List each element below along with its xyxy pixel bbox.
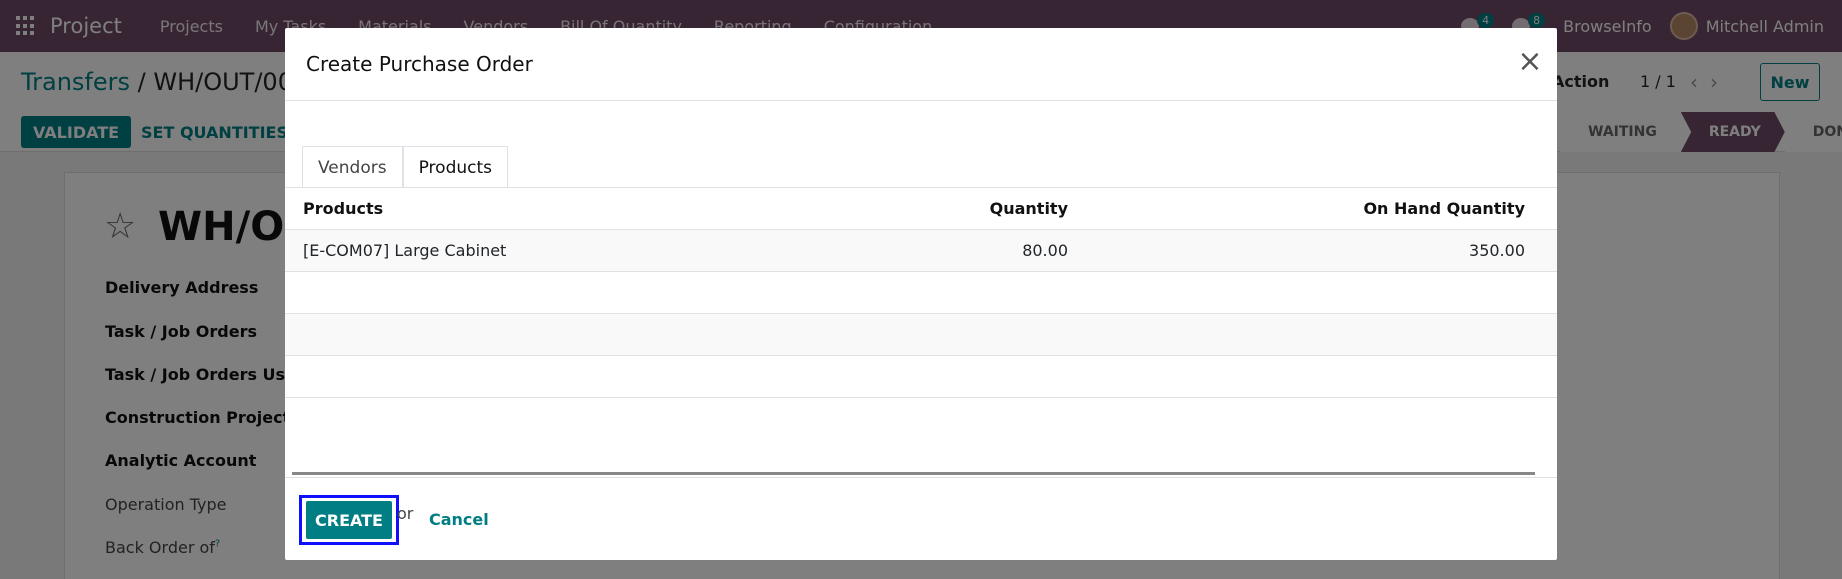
create-purchase-order-dialog: Create Purchase Order × Vendors Products… <box>285 28 1557 560</box>
cell-on-hand: 350.00 <box>1469 241 1525 260</box>
tab-products[interactable]: Products <box>402 146 508 188</box>
column-header-quantity[interactable]: Quantity <box>785 199 1068 218</box>
modal-header: Create Purchase Order × <box>285 28 1557 101</box>
modal-title: Create Purchase Order <box>306 52 533 76</box>
modal-tabs: Vendors Products <box>302 146 508 188</box>
table-row[interactable]: [E-COM07] Large Cabinet 80.00 350.00 <box>285 230 1557 272</box>
empty-row <box>285 272 1557 314</box>
tab-vendors[interactable]: Vendors <box>302 146 403 188</box>
create-button-highlight: CREATE <box>299 495 399 545</box>
footer-divider <box>285 477 1557 478</box>
products-table: Products Quantity On Hand Quantity [E-CO… <box>285 188 1557 398</box>
close-icon[interactable]: × <box>1515 47 1545 78</box>
column-header-on-hand-quantity[interactable]: On Hand Quantity <box>1068 199 1525 218</box>
table-header-row: Products Quantity On Hand Quantity <box>285 188 1557 230</box>
cell-quantity: 80.00 <box>1022 241 1068 260</box>
create-button[interactable]: CREATE <box>306 501 392 539</box>
horizontal-scrollbar[interactable] <box>292 472 1535 475</box>
or-text: or <box>397 504 414 523</box>
empty-row <box>285 356 1557 398</box>
empty-row <box>285 314 1557 356</box>
cell-product: [E-COM07] Large Cabinet <box>303 241 507 260</box>
cancel-button[interactable]: Cancel <box>429 510 489 529</box>
column-header-products[interactable]: Products <box>285 199 785 218</box>
